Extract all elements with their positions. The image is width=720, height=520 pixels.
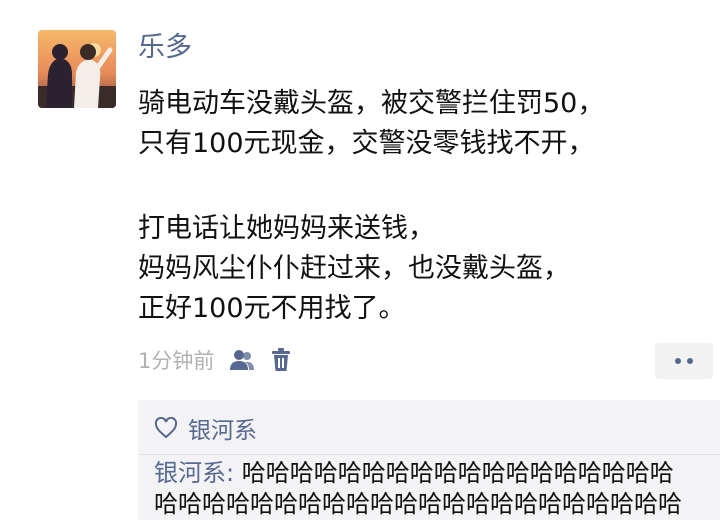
avatar-image — [38, 30, 116, 108]
post-meta: 1分钟前 — [138, 340, 292, 380]
post-text: 骑电动车没戴头盔，被交警拦住罚50， 只有100元现金，交警没零钱找不开， 打电… — [138, 84, 698, 329]
like-user-name[interactable]: 银河系 — [188, 411, 257, 445]
interaction-panel: 银河系 银河系: 哈哈哈哈哈哈哈哈哈哈哈哈哈哈哈哈哈哈 哈哈哈哈哈哈哈哈哈哈哈哈… — [138, 400, 720, 520]
more-dots-icon — [675, 358, 681, 364]
more-options-button[interactable] — [655, 343, 713, 379]
trash-icon[interactable] — [270, 348, 292, 372]
comment[interactable]: 银河系: 哈哈哈哈哈哈哈哈哈哈哈哈哈哈哈哈哈哈 哈哈哈哈哈哈哈哈哈哈哈哈哈哈哈哈… — [154, 458, 714, 520]
avatar[interactable] — [38, 30, 116, 108]
people-icon[interactable] — [228, 348, 256, 372]
post-line: 妈妈风尘仆仆赶过来，也没戴头盔， — [138, 253, 570, 284]
comment-line: 银河系: 哈哈哈哈哈哈哈哈哈哈哈哈哈哈哈哈哈哈 — [154, 458, 714, 489]
commenter-name[interactable]: 银河系 — [154, 459, 226, 487]
likes-row: 银河系 — [154, 410, 257, 446]
post-line: 只有100元现金，交警没零钱找不开， — [138, 128, 595, 159]
post-line: 正好100元不用找了。 — [138, 293, 406, 324]
author-name[interactable]: 乐多 — [138, 30, 192, 66]
comment-body: 哈哈哈哈哈哈哈哈哈哈哈哈哈哈哈哈哈哈 — [241, 459, 674, 487]
divider — [138, 454, 720, 455]
post-timestamp: 1分钟前 — [138, 349, 215, 373]
comment-separator: : — [226, 459, 242, 487]
comment-line: 哈哈哈哈哈哈哈哈哈哈哈哈哈哈哈哈哈哈哈哈哈哈 — [154, 490, 682, 518]
post-line: 打电话让她妈妈来送钱， — [138, 213, 435, 244]
heart-outline-icon — [154, 417, 178, 439]
post-line: 骑电动车没戴头盔，被交警拦住罚50， — [138, 88, 605, 119]
